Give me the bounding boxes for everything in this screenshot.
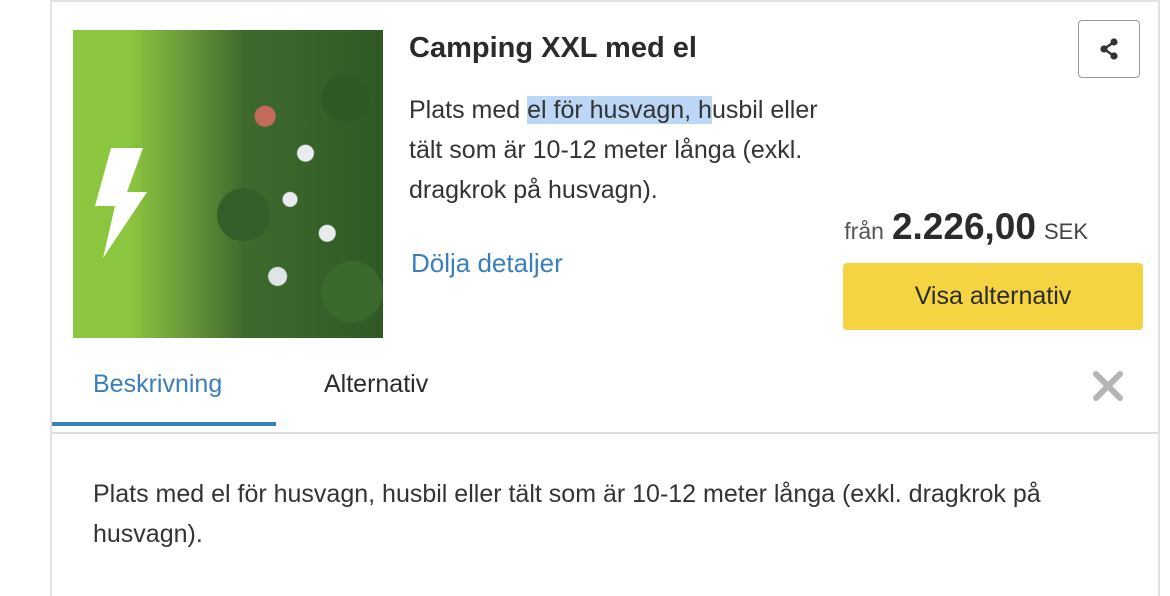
tab-description-content: Plats med el för husvagn, husbil eller t… [93, 480, 1041, 548]
show-options-button[interactable]: Visa alternativ [843, 263, 1143, 330]
share-icon [1100, 38, 1118, 60]
description-text: Plats med [409, 96, 528, 124]
price-prefix: från [844, 218, 884, 244]
tab-bar: Beskrivning Alternativ [52, 346, 1158, 434]
hide-details-link[interactable]: Dölja detaljer [411, 248, 563, 279]
share-button[interactable] [1078, 20, 1140, 78]
product-card: Camping XXL med el Plats med el för husv… [50, 0, 1160, 596]
active-tab-indicator [52, 422, 276, 426]
price-row: från 2.226,00 SEK [844, 206, 1088, 248]
price-currency: SEK [1043, 219, 1088, 244]
listing-description: Plats med el för husvagn, husbil eller t… [409, 90, 849, 210]
close-icon[interactable] [1090, 368, 1126, 404]
lightning-bolt-icon [95, 148, 147, 258]
price-amount: 2.226,00 [891, 206, 1036, 247]
campsite-thumbnail[interactable] [73, 30, 383, 338]
tab-description[interactable]: Beskrivning [93, 370, 222, 399]
listing-title: Camping XXL med el [409, 32, 697, 64]
tab-options[interactable]: Alternativ [324, 370, 428, 399]
selected-text: el för husvagn, h [527, 96, 712, 124]
